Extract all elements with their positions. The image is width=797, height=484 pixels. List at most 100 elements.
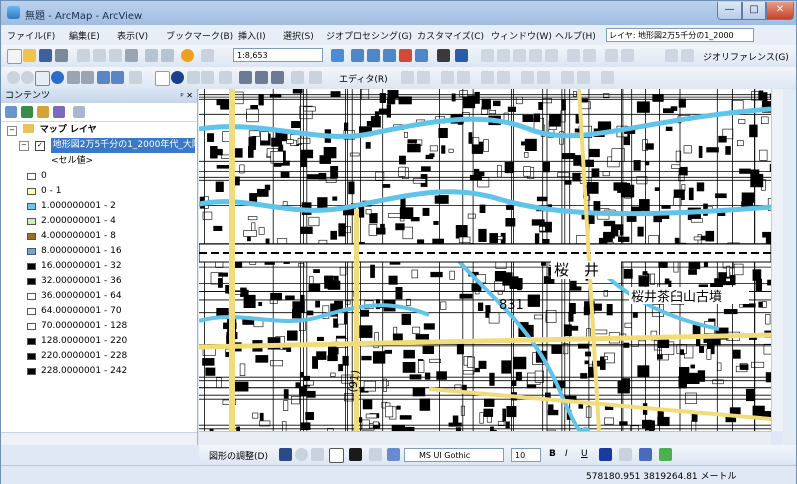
- toc-pin-close[interactable]: ᵖ ✕: [180, 89, 193, 103]
- html-popup-icon[interactable]: [201, 71, 214, 84]
- select-elements-icon[interactable]: [155, 71, 170, 86]
- print-icon[interactable]: [55, 49, 68, 62]
- legend-swatch[interactable]: [27, 278, 36, 285]
- toc-options-icon[interactable]: [73, 106, 85, 118]
- cut-icon[interactable]: [77, 49, 90, 62]
- font-color-icon[interactable]: [599, 448, 612, 461]
- identify-icon[interactable]: [171, 71, 184, 84]
- legend-swatch[interactable]: [27, 338, 36, 345]
- georef-tool-7-icon[interactable]: [583, 49, 596, 62]
- bold-button[interactable]: B: [549, 449, 556, 459]
- raster-layer-row[interactable]: − ✓ 地形図2万5千分の1_2000年代_大阪: [19, 138, 195, 153]
- italic-button[interactable]: I: [565, 449, 568, 459]
- map-scale-input[interactable]: 1:8,653: [233, 48, 323, 62]
- font-family-select[interactable]: MS UI Gothic: [404, 448, 504, 462]
- attributes-icon[interactable]: [537, 71, 550, 84]
- legend-swatch[interactable]: [27, 263, 36, 270]
- model-builder-icon[interactable]: [437, 49, 450, 62]
- copy-icon[interactable]: [93, 49, 106, 62]
- reshape-icon[interactable]: [457, 71, 470, 84]
- layer-dropdown[interactable]: レイヤ: 地形図2万5千分の1_2000: [606, 28, 754, 42]
- legend-swatch[interactable]: [27, 218, 36, 225]
- measure-icon[interactable]: [219, 71, 232, 84]
- underline-button[interactable]: U: [581, 449, 588, 459]
- select-features-icon[interactable]: [129, 71, 142, 84]
- delete-icon[interactable]: [125, 49, 138, 62]
- paste-icon[interactable]: [109, 49, 122, 62]
- fixed-zoom-in-icon[interactable]: [67, 71, 80, 84]
- open-folder-icon[interactable]: [23, 49, 36, 62]
- drawing-menu[interactable]: 図形の調整(D): [209, 449, 268, 462]
- save-icon[interactable]: [39, 49, 52, 62]
- back-extent-icon[interactable]: [97, 71, 110, 84]
- zoom-in-icon[interactable]: [7, 71, 20, 84]
- new-document-icon[interactable]: [7, 49, 22, 64]
- visibility-checkbox[interactable]: ✓: [34, 141, 45, 151]
- toc-horizontal-scrollbar[interactable]: [1, 432, 197, 445]
- sketch-properties-icon[interactable]: [561, 71, 574, 84]
- legend-swatch[interactable]: [27, 173, 36, 180]
- map-horizontal-scrollbar[interactable]: [199, 431, 771, 446]
- find-route-icon[interactable]: [255, 71, 268, 84]
- georef-tool-9-icon[interactable]: [621, 49, 634, 62]
- list-by-selection-icon[interactable]: [53, 106, 65, 118]
- georef-tool-4-icon[interactable]: [529, 49, 542, 62]
- dropdown-arrow-icon[interactable]: [201, 49, 214, 62]
- select-elements-arrow-icon[interactable]: [279, 448, 292, 461]
- topographic-map[interactable]: 桜 井 桜井茶臼山古墳 831 (91): [199, 89, 771, 431]
- font-size-select[interactable]: 10: [511, 448, 541, 462]
- viewer-window-icon[interactable]: [309, 71, 322, 84]
- collapse-icon[interactable]: −: [7, 126, 17, 136]
- rotate-icon[interactable]: [521, 71, 534, 84]
- legend-swatch[interactable]: [27, 233, 36, 240]
- menu-select[interactable]: 選択(S): [283, 29, 314, 42]
- menu-help[interactable]: ヘルプ(H): [555, 29, 596, 42]
- full-extent-icon[interactable]: [51, 71, 64, 84]
- edit-annotation-icon[interactable]: [601, 71, 614, 84]
- help-cursor-icon[interactable]: [455, 49, 468, 62]
- redo-icon[interactable]: [161, 49, 174, 62]
- python-window-icon[interactable]: [415, 49, 428, 62]
- menu-customize[interactable]: カスタマイズ(C): [417, 29, 484, 42]
- forward-extent-icon[interactable]: [111, 71, 124, 84]
- editor-toolbar-icon[interactable]: [331, 49, 344, 62]
- layer-group-row[interactable]: − マップ レイヤ: [7, 123, 97, 138]
- legend-swatch[interactable]: [27, 353, 36, 360]
- legend-swatch[interactable]: [27, 203, 36, 210]
- legend-swatch[interactable]: [27, 368, 36, 375]
- catalog-side-tab[interactable]: [783, 89, 796, 445]
- pan-icon[interactable]: [35, 71, 50, 86]
- georef-tool-8-icon[interactable]: [605, 49, 618, 62]
- georef-tool-5-icon[interactable]: [545, 49, 558, 62]
- sketch-tool-icon[interactable]: [417, 71, 430, 84]
- editor-menu[interactable]: エディタ(R): [339, 72, 388, 85]
- menu-bookmark[interactable]: ブックマーク(B): [166, 29, 233, 42]
- menu-window[interactable]: ウィンドウ(W): [491, 29, 552, 42]
- marker-color-icon[interactable]: [659, 448, 672, 461]
- text-icon[interactable]: [349, 448, 362, 461]
- search-window-icon[interactable]: [383, 49, 396, 62]
- line-color-icon[interactable]: [639, 448, 652, 461]
- georef-tool-11-icon[interactable]: [681, 49, 694, 62]
- georef-tool-6-icon[interactable]: [567, 49, 580, 62]
- go-to-xy-icon[interactable]: [271, 71, 284, 84]
- list-by-source-icon[interactable]: [21, 106, 33, 118]
- fill-color-icon[interactable]: [619, 448, 632, 461]
- split-icon[interactable]: [481, 71, 494, 84]
- table-of-contents-icon[interactable]: [351, 49, 364, 62]
- georef-tool-2-icon[interactable]: [497, 49, 510, 62]
- raster-layer-name[interactable]: 地形図2万5千分の1_2000年代_大阪: [50, 138, 195, 153]
- fixed-zoom-out-icon[interactable]: [81, 71, 94, 84]
- edit-tool-icon[interactable]: [401, 71, 414, 84]
- list-by-visibility-icon[interactable]: [37, 106, 49, 118]
- legend-swatch[interactable]: [27, 248, 36, 255]
- find-icon[interactable]: [239, 71, 252, 84]
- menu-geoprocessing[interactable]: ジオプロセシング(G): [326, 29, 412, 42]
- cut-polygon-icon[interactable]: [497, 71, 510, 84]
- legend-swatch[interactable]: [27, 323, 36, 330]
- zoom-to-elements-icon[interactable]: [311, 448, 324, 461]
- georef-tool-10-icon[interactable]: [665, 49, 678, 62]
- edit-vertices-icon[interactable]: [441, 71, 454, 84]
- edit-vertices-draw-icon[interactable]: [369, 448, 382, 461]
- font-icon[interactable]: [387, 448, 400, 461]
